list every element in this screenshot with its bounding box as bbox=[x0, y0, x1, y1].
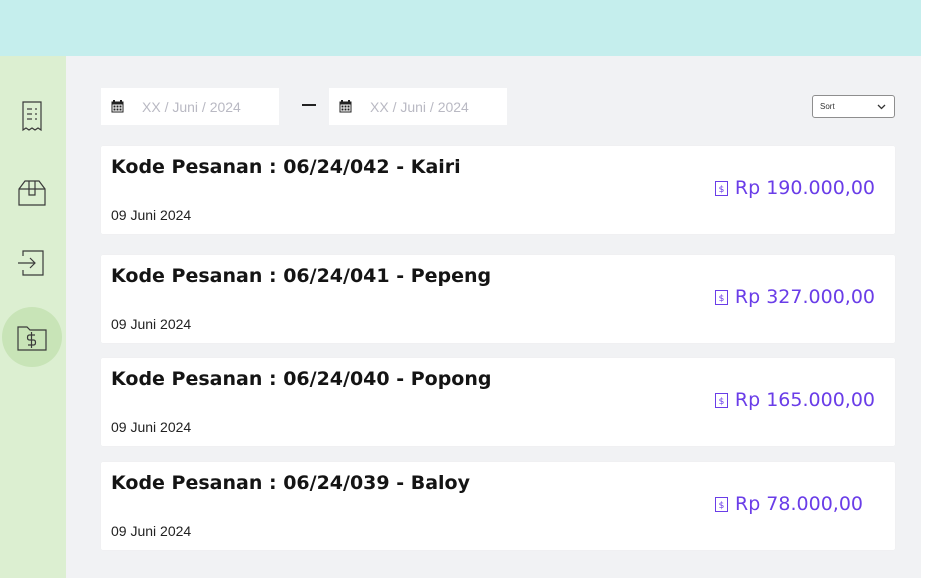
order-title: Kode Pesanan : 06/24/039 - Baloy bbox=[111, 472, 470, 494]
order-date: 09 Juni 2024 bbox=[111, 419, 192, 435]
svg-text:$: $ bbox=[719, 294, 725, 304]
order-price: $ Rp 327.000,00 bbox=[714, 286, 875, 308]
date-range-separator bbox=[302, 104, 316, 106]
sidebar-item-receipts[interactable] bbox=[2, 86, 62, 146]
svg-text:$: $ bbox=[719, 397, 725, 407]
sidebar-item-finance[interactable] bbox=[2, 307, 62, 367]
start-date-field[interactable]: XX / Juni / 2024 bbox=[101, 88, 279, 125]
start-date-placeholder: XX / Juni / 2024 bbox=[142, 98, 241, 115]
sidebar-item-products[interactable] bbox=[2, 163, 62, 223]
bill-icon: $ bbox=[715, 496, 728, 512]
bill-icon: $ bbox=[714, 289, 728, 305]
order-price-value: Rp 327.000,00 bbox=[734, 286, 875, 308]
bill-icon: $ bbox=[714, 180, 728, 196]
order-price-value: Rp 190.000,00 bbox=[734, 177, 875, 199]
package-icon bbox=[18, 180, 46, 206]
sort-select[interactable]: Sort bbox=[812, 95, 895, 118]
order-card[interactable]: Kode Pesanan : 06/24/039 - Baloy $ Rp 78… bbox=[101, 462, 895, 550]
svg-text:$: $ bbox=[719, 185, 725, 195]
login-icon bbox=[18, 250, 44, 276]
order-date: 09 Juni 2024 bbox=[111, 207, 192, 223]
calendar-icon bbox=[111, 100, 124, 113]
order-date: 09 Juni 2024 bbox=[111, 316, 192, 332]
order-card[interactable]: Kode Pesanan : 06/24/041 - Pepeng $ Rp 3… bbox=[101, 255, 895, 343]
top-bar bbox=[0, 0, 921, 56]
order-title: Kode Pesanan : 06/24/041 - Pepeng bbox=[111, 265, 492, 287]
calendar-icon bbox=[339, 100, 352, 113]
order-card[interactable]: Kode Pesanan : 06/24/040 - Popong $ Rp 1… bbox=[101, 358, 895, 446]
svg-text:$: $ bbox=[719, 501, 725, 511]
order-card[interactable]: Kode Pesanan : 06/24/042 - Kairi $ Rp 19… bbox=[101, 146, 895, 234]
end-date-field[interactable]: XX / Juni / 2024 bbox=[329, 88, 507, 125]
sidebar-item-login[interactable] bbox=[2, 233, 62, 293]
sidebar bbox=[0, 56, 66, 578]
order-price-value: Rp 78.000,00 bbox=[735, 493, 863, 515]
order-price: $ Rp 190.000,00 bbox=[714, 177, 875, 199]
right-edge bbox=[921, 0, 925, 578]
chevron-down-icon bbox=[877, 104, 886, 109]
order-title: Kode Pesanan : 06/24/040 - Popong bbox=[111, 368, 492, 390]
sort-label: Sort bbox=[820, 102, 835, 111]
order-title: Kode Pesanan : 06/24/042 - Kairi bbox=[111, 156, 461, 178]
order-date: 09 Juni 2024 bbox=[111, 523, 192, 539]
order-price-value: Rp 165.000,00 bbox=[734, 389, 875, 411]
money-folder-icon bbox=[17, 326, 47, 351]
receipt-icon bbox=[22, 101, 42, 132]
order-price: $ Rp 165.000,00 bbox=[714, 389, 875, 411]
bill-icon: $ bbox=[714, 392, 728, 408]
order-price: $ Rp 78.000,00 bbox=[715, 493, 863, 515]
end-date-placeholder: XX / Juni / 2024 bbox=[370, 98, 469, 115]
